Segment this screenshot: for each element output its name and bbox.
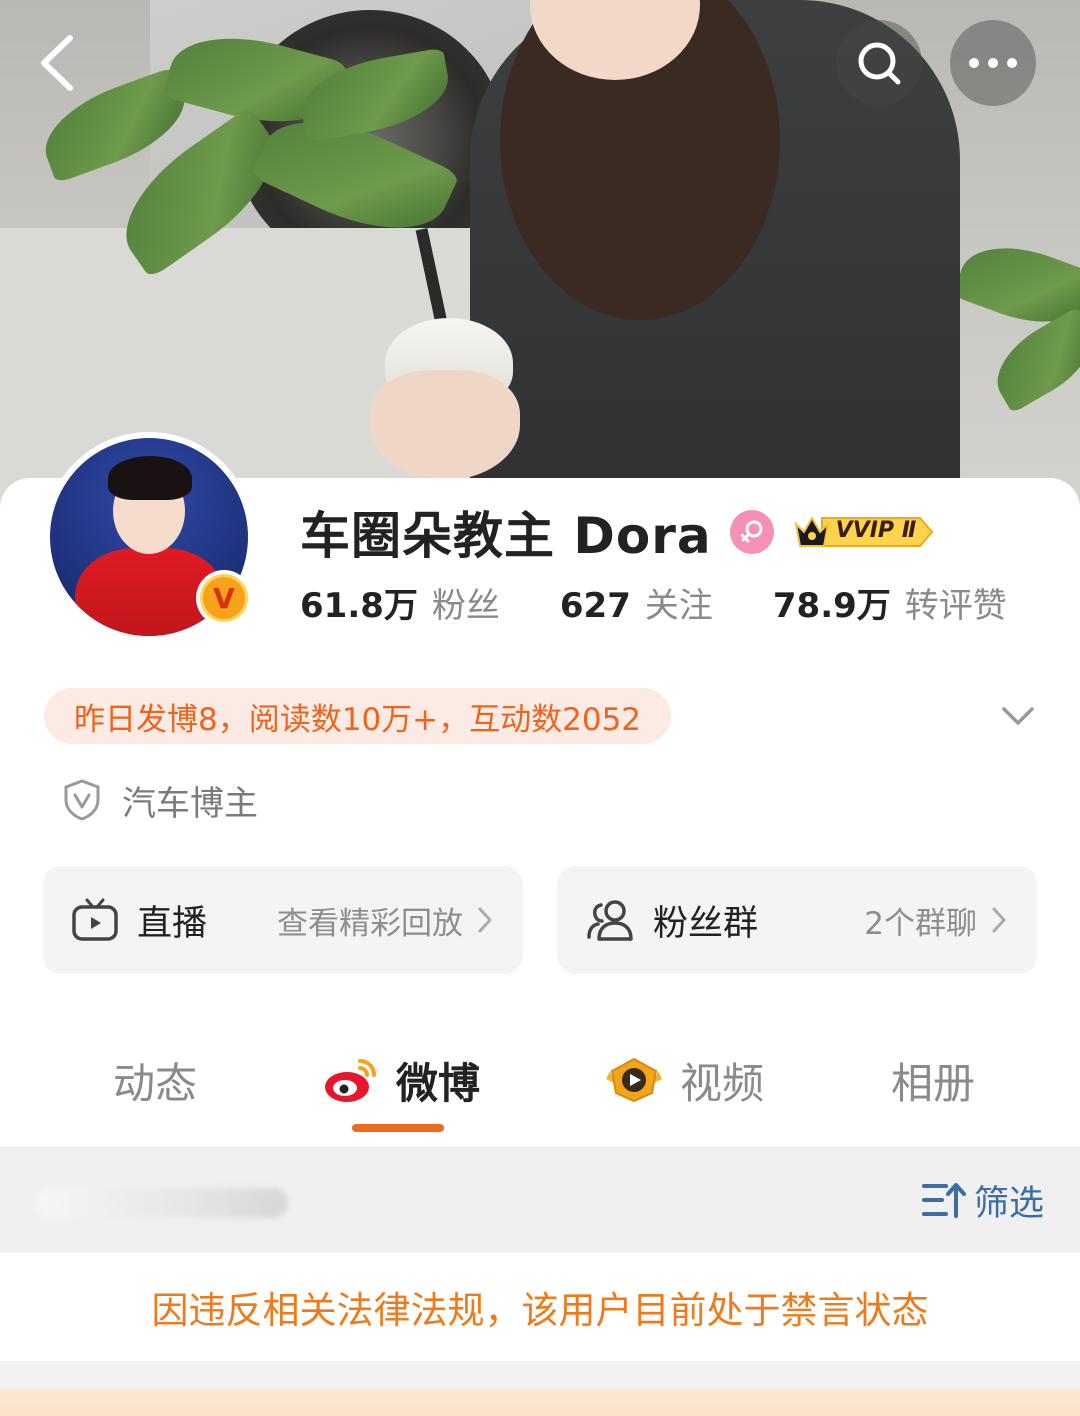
tab-weibo[interactable]: 微博 bbox=[322, 1050, 480, 1110]
tab-dynamics[interactable]: 动态 bbox=[113, 1050, 197, 1110]
profile-tabs: 动态 微博 视频 相册 bbox=[0, 1040, 1080, 1140]
live-subtitle: 查看精彩回放 bbox=[277, 905, 463, 942]
tab-label: 视频 bbox=[680, 1058, 765, 1108]
stat-followers[interactable]: 61.8万 粉丝 bbox=[300, 578, 500, 627]
chevron-right-icon bbox=[478, 907, 492, 933]
female-icon bbox=[729, 510, 774, 554]
active-tab-indicator bbox=[352, 1124, 444, 1132]
tab-label: 微博 bbox=[396, 1058, 481, 1108]
tab-album[interactable]: 相册 bbox=[891, 1050, 975, 1110]
stat-value: 61.8万 bbox=[300, 586, 418, 626]
filter-label: 筛选 bbox=[974, 1183, 1045, 1224]
live-entry[interactable]: 直播 查看精彩回放 bbox=[43, 866, 523, 974]
chevron-right-icon bbox=[992, 907, 1006, 933]
filter-icon bbox=[922, 1183, 966, 1218]
stat-label: 粉丝 bbox=[431, 586, 500, 626]
stat-value: 78.9万 bbox=[772, 586, 891, 626]
back-arrow-icon bbox=[41, 35, 73, 91]
shield-icon bbox=[64, 779, 100, 821]
group-icon bbox=[587, 900, 633, 941]
bottom-strip bbox=[0, 1361, 1080, 1416]
ban-notice: 因违反相关法律法规，该用户目前处于禁言状态 bbox=[0, 1253, 1080, 1361]
activity-summary: 昨日发博8，阅读数10万+，互动数2052 bbox=[44, 688, 672, 744]
expand-chevron-icon bbox=[1002, 707, 1034, 725]
vvip-badge[interactable]: VVIP Ⅱ bbox=[792, 510, 936, 554]
name-row: 车圈朵教主 Dora VVIP Ⅱ bbox=[300, 500, 936, 565]
fan-group-title: 粉丝群 bbox=[653, 903, 759, 944]
stat-following[interactable]: 627 关注 bbox=[560, 578, 713, 627]
more-icon bbox=[969, 58, 1017, 68]
verified-v-icon: V bbox=[200, 574, 248, 622]
expand-button[interactable] bbox=[998, 696, 1038, 736]
tab-video[interactable]: 视频 bbox=[604, 1050, 764, 1110]
user-name: 车圈朵教主 Dora bbox=[300, 507, 712, 565]
verification-row[interactable]: 汽车博主 bbox=[62, 775, 258, 825]
stat-label: 转评赞 bbox=[904, 586, 1007, 626]
verified-badge: V bbox=[196, 570, 252, 626]
more-button[interactable] bbox=[950, 20, 1036, 106]
vvip-label: VVIP Ⅱ bbox=[835, 518, 917, 543]
back-button[interactable] bbox=[30, 28, 90, 98]
fan-group-entry[interactable]: 粉丝群 2个群聊 bbox=[557, 866, 1037, 974]
verification-text: 汽车博主 bbox=[122, 783, 258, 824]
cover-hand bbox=[370, 370, 520, 480]
weibo-icon bbox=[325, 1059, 376, 1102]
filter-button[interactable]: 筛选 bbox=[922, 1174, 1044, 1226]
stats-row: 61.8万 粉丝 627 关注 78.9万 转评赞 bbox=[300, 578, 1067, 628]
search-button[interactable] bbox=[836, 20, 922, 106]
filter-bar: 筛选 bbox=[0, 1147, 1080, 1253]
tv-icon bbox=[72, 898, 118, 941]
video-icon bbox=[606, 1057, 662, 1103]
fan-group-subtitle: 2个群聊 bbox=[864, 905, 977, 942]
stat-value: 627 bbox=[559, 586, 631, 626]
stat-label: 关注 bbox=[644, 586, 713, 626]
avatar-hair bbox=[108, 456, 192, 500]
blurred-placeholder bbox=[36, 1188, 288, 1218]
search-icon bbox=[858, 42, 901, 85]
tab-label: 相册 bbox=[891, 1058, 976, 1108]
live-title: 直播 bbox=[137, 903, 208, 944]
cover-leaf bbox=[982, 306, 1080, 414]
tab-label: 动态 bbox=[113, 1058, 198, 1108]
stat-reposts-comments-likes: 78.9万 转评赞 bbox=[773, 578, 1007, 627]
